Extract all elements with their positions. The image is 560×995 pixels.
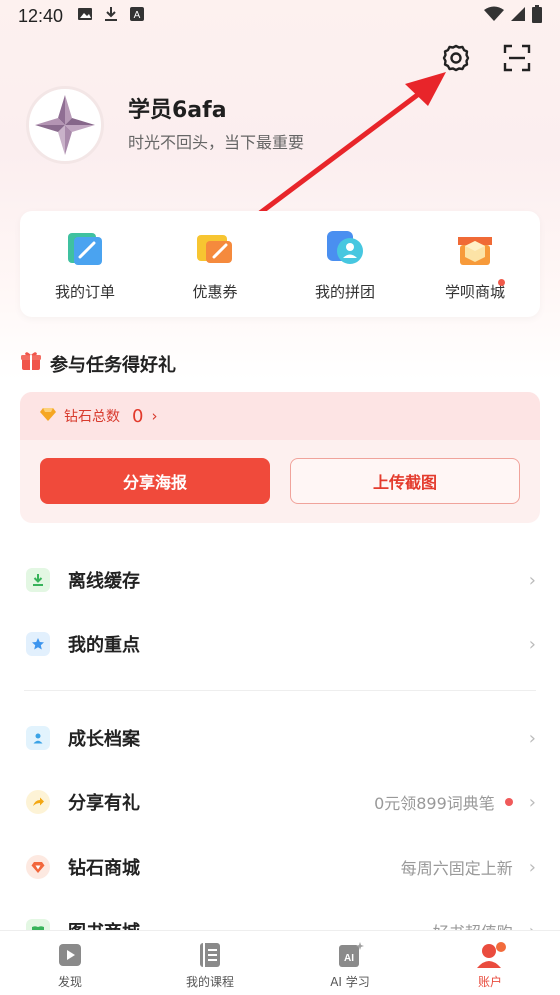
status-time: 12:40 (18, 5, 64, 26)
chevron-right-icon: › (151, 407, 158, 425)
tab-label: AI 学习 (330, 975, 370, 989)
divider (24, 690, 536, 691)
diamond-total-row[interactable]: 钻石总数 0 › (20, 392, 540, 440)
text-a-icon: A (129, 6, 145, 27)
task-title-text: 参与任务得好礼 (50, 354, 176, 376)
discover-icon (56, 941, 84, 969)
menu-label: 成长档案 (68, 729, 140, 750)
header-background (0, 0, 560, 380)
chevron-right-icon: › (528, 727, 536, 749)
avatar[interactable] (26, 86, 104, 164)
svg-text:A: A (134, 10, 141, 21)
battery-icon (532, 4, 542, 28)
quick-item-group-buy[interactable]: 我的拼团 (280, 211, 410, 317)
quick-label-shop: 学呗商城 (444, 283, 505, 301)
tab-ai-learning[interactable]: AI AI 学习 (280, 931, 420, 995)
account-icon (476, 941, 506, 969)
menu-item-growth-archive[interactable]: 成长档案 › (26, 718, 536, 758)
diamond-total-label: 钻石总数 (64, 409, 120, 425)
group-buy-icon (324, 227, 366, 269)
coupon-icon (194, 227, 236, 269)
quick-item-coupons[interactable]: 优惠券 (150, 211, 280, 317)
share-gift-notification-dot (504, 798, 513, 806)
menu-label: 我的重点 (68, 635, 140, 656)
wifi-icon (484, 6, 504, 27)
shop-icon (454, 227, 496, 269)
ai-learning-icon: AI (336, 941, 364, 969)
settings-gear-icon[interactable] (438, 40, 474, 76)
menu-item-diamond-shop[interactable]: 钻石商城 每周六固定上新 › (26, 847, 536, 887)
diamond-shop-promo-text: 每周六固定上新 (400, 859, 513, 878)
status-bar: 12:40 A (0, 0, 560, 32)
shop-notification-dot (498, 279, 505, 286)
gallery-icon (77, 6, 93, 27)
gift-icon (20, 350, 42, 377)
task-section-title: 参与任务得好礼 (20, 350, 176, 377)
tab-discover[interactable]: 发现 (0, 931, 140, 995)
tab-account[interactable]: 账户 (420, 931, 560, 995)
svg-text:AI: AI (344, 953, 354, 964)
upload-screenshot-button[interactable]: 上传截图 (290, 458, 520, 504)
quick-label-group-buy: 我的拼团 (314, 283, 375, 301)
menu-label: 钻石商城 (68, 858, 140, 879)
star-icon (26, 632, 50, 656)
tab-my-courses[interactable]: 我的课程 (140, 931, 280, 995)
courses-icon (196, 941, 224, 969)
diamond-total-count: 0 (132, 405, 144, 427)
tab-label: 账户 (477, 975, 502, 989)
orders-icon (64, 227, 106, 269)
chevron-right-icon: › (528, 791, 536, 813)
menu-item-key-points[interactable]: 我的重点 › (26, 624, 536, 664)
download-status-icon (103, 6, 119, 27)
quick-actions-card: 我的订单 优惠券 我的拼团 学呗商城 (20, 211, 540, 317)
menu-label: 分享有礼 (68, 793, 140, 814)
user-name[interactable]: 学员6afa (128, 92, 227, 124)
diamond-icon (40, 407, 56, 425)
user-motto: 时光不回头，当下最重要 (128, 133, 305, 152)
chevron-right-icon: › (528, 633, 536, 655)
chevron-right-icon: › (528, 856, 536, 878)
quick-item-shop[interactable]: 学呗商城 (410, 211, 540, 317)
menu-label: 离线缓存 (68, 571, 140, 592)
menu-item-offline-cache[interactable]: 离线缓存 › (26, 560, 536, 600)
download-icon (26, 568, 50, 592)
share-arrow-icon (26, 790, 50, 814)
tab-label: 我的课程 (185, 975, 234, 989)
share-gift-promo-text: 0元领899词典笔 (374, 794, 495, 813)
bottom-tab-bar: 发现 我的课程 AI AI 学习 账户 (0, 930, 560, 995)
signal-icon (510, 6, 526, 27)
quick-label-coupons: 优惠券 (192, 283, 238, 301)
chevron-right-icon: › (528, 569, 536, 591)
tab-label: 发现 (57, 975, 82, 989)
share-poster-button[interactable]: 分享海报 (40, 458, 270, 504)
quick-item-orders[interactable]: 我的订单 (20, 211, 150, 317)
task-card: 钻石总数 0 › 分享海报 上传截图 (20, 392, 540, 523)
menu-item-share-gift[interactable]: 分享有礼 0元领899词典笔 › (26, 782, 536, 822)
diamond-shop-icon (26, 855, 50, 879)
quick-label-orders: 我的订单 (54, 283, 115, 301)
scan-icon[interactable] (499, 40, 535, 76)
profile-file-icon (26, 726, 50, 750)
